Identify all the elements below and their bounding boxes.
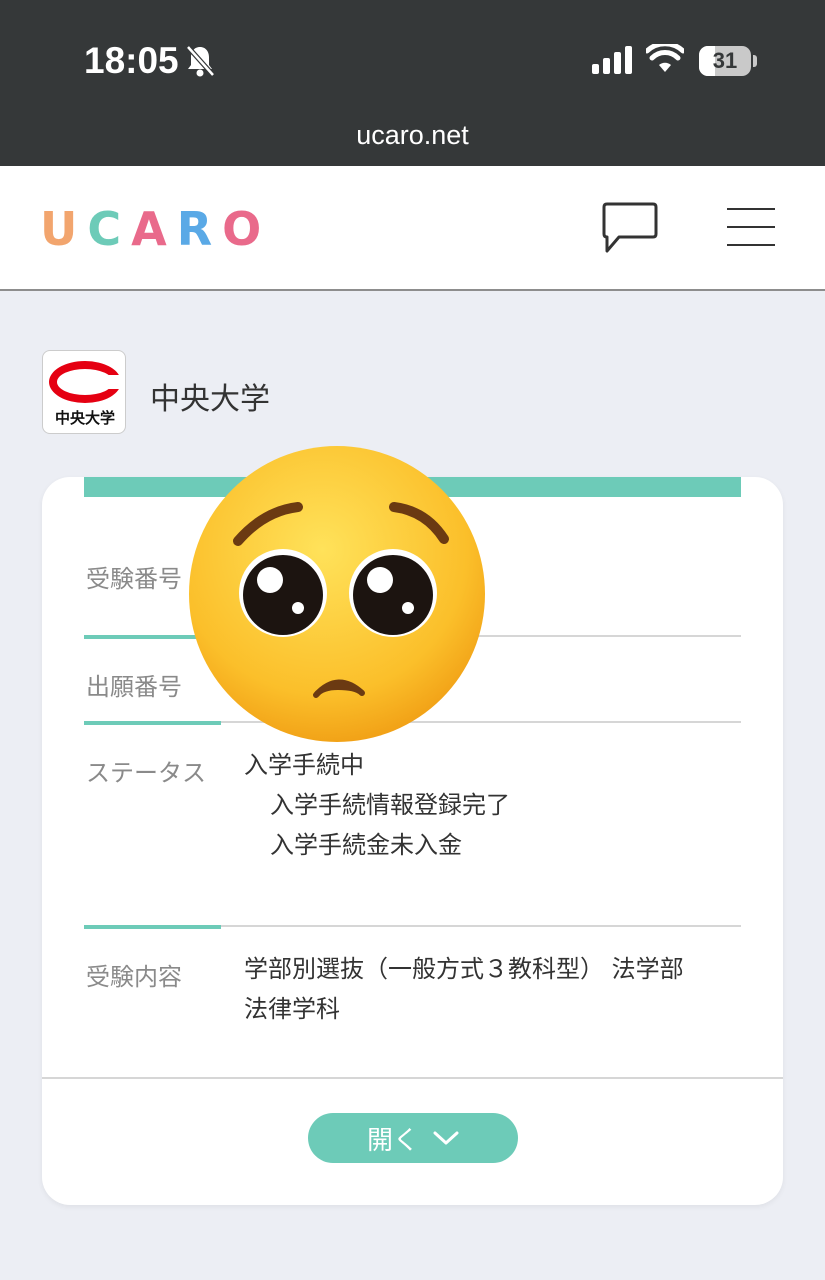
logo-letter: R — [176, 202, 213, 256]
battery-level: 31 — [712, 48, 738, 73]
logo-letter: A — [131, 202, 167, 256]
logo-letter: O — [222, 202, 262, 256]
address-bar-url[interactable]: ucaro.net — [0, 120, 825, 151]
university-logo-text: 中央大学 — [54, 409, 115, 427]
university-name: 中央大学 — [150, 382, 270, 417]
university-logo: 中央大学 — [42, 350, 126, 434]
pleading-face-emoji — [189, 446, 485, 742]
wifi-icon — [646, 44, 684, 72]
battery-cap — [753, 55, 757, 67]
logo-letter: C — [87, 202, 122, 256]
open-button[interactable]: 開く — [308, 1113, 518, 1163]
battery-icon: 31 — [699, 46, 751, 76]
divider — [84, 925, 741, 929]
application-number-label: 出願番号 — [86, 673, 182, 701]
exam-content-value: 学部別選抜（一般方式３教科型） 法学部 — [244, 955, 684, 983]
signal-icon — [592, 46, 632, 74]
university-header: 中央大学 中央大学 — [42, 350, 302, 434]
clock: 18:05 — [84, 40, 179, 81]
status-subvalue: 入学手続情報登録完了 — [270, 791, 510, 819]
exam-content-label: 受験内容 — [86, 963, 182, 991]
card-footer-divider — [42, 1077, 783, 1079]
open-button-label: 開く — [366, 1125, 419, 1156]
status-subvalue: 入学手続金未入金 — [270, 831, 462, 859]
app-header: U C A R O — [0, 166, 825, 291]
exam-number-label: 受験番号 — [86, 565, 182, 593]
logo-letter: U — [40, 202, 78, 256]
ucaro-logo[interactable]: U C A R O — [40, 206, 261, 252]
menu-icon[interactable] — [727, 208, 775, 246]
status-value: 入学手続中 — [244, 751, 364, 779]
status-bar: 18:05 31 ucaro.net — [0, 0, 825, 166]
bell-slash-icon — [186, 45, 215, 77]
chat-icon[interactable] — [601, 200, 659, 256]
status-label: ステータス — [86, 759, 206, 787]
exam-content-value: 法律学科 — [244, 995, 340, 1023]
chevron-down-icon — [433, 1131, 459, 1145]
